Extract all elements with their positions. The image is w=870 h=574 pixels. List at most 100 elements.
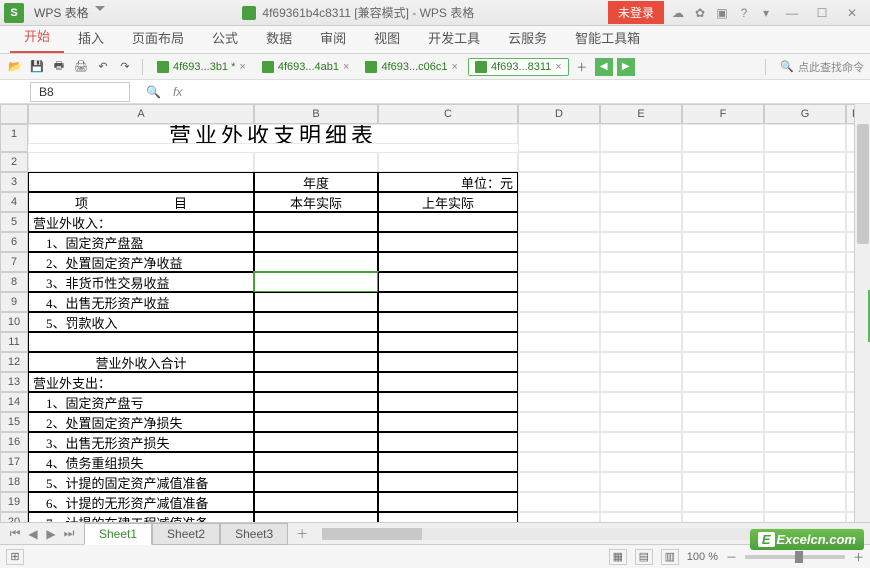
cell[interactable] [682,392,764,412]
cell[interactable] [600,452,682,472]
cell[interactable] [600,172,682,192]
cell[interactable] [764,352,846,372]
cell-C10[interactable] [378,312,518,332]
cell-A19[interactable]: 6、计提的无形资产减值准备 [28,492,254,512]
add-sheet-button[interactable]: ＋ [288,525,316,542]
cell[interactable] [600,372,682,392]
row-header-6[interactable]: 6 [0,232,28,252]
scrollbar-thumb[interactable] [322,528,422,540]
cell[interactable] [682,452,764,472]
cell[interactable] [600,332,682,352]
caret-down-icon[interactable]: ▾ [758,5,774,21]
row-header-11[interactable]: 11 [0,332,28,352]
cell-B14[interactable] [254,392,378,412]
cell[interactable] [764,124,846,152]
sheet-nav-next[interactable]: ▶ [44,527,58,541]
row-header-20[interactable]: 20 [0,512,28,522]
sheet-tab-1[interactable]: Sheet1 [84,523,152,545]
cell-C16[interactable] [378,432,518,452]
cell-A4[interactable]: 项 目 [28,192,254,212]
cell-A15[interactable]: 2、处置固定资产净损失 [28,412,254,432]
row-header-14[interactable]: 14 [0,392,28,412]
close-button[interactable]: ✕ [840,3,864,23]
cell-A5[interactable]: 营业外收入： [28,212,254,232]
cell-B9[interactable] [254,292,378,312]
cell-B17[interactable] [254,452,378,472]
cell[interactable] [600,472,682,492]
cell-B4[interactable]: 本年实际 [254,192,378,212]
cell-C20[interactable] [378,512,518,522]
cell[interactable] [764,272,846,292]
cell-A18[interactable]: 5、计提的固定资产减值准备 [28,472,254,492]
cell-A9[interactable]: 4、出售无形资产收益 [28,292,254,312]
cell[interactable] [518,312,600,332]
cell-C18[interactable] [378,472,518,492]
cell[interactable] [28,152,254,172]
cell[interactable] [518,124,600,152]
cell[interactable] [518,412,600,432]
cell[interactable] [518,472,600,492]
cell-C5[interactable] [378,212,518,232]
row-header-19[interactable]: 19 [0,492,28,512]
cell[interactable] [682,192,764,212]
cell[interactable] [600,392,682,412]
scrollbar-thumb[interactable] [857,124,869,244]
doc-tab-0[interactable]: 4f693...3b1 *× [151,59,252,75]
cell[interactable] [518,392,600,412]
sheet-nav-last[interactable]: ⏭ [62,527,76,541]
menu-start[interactable]: 开始 [10,20,64,53]
row-header-18[interactable]: 18 [0,472,28,492]
cell-A10[interactable]: 5、罚款收入 [28,312,254,332]
cell[interactable] [600,124,682,152]
cell-B18[interactable] [254,472,378,492]
cell-B16[interactable] [254,432,378,452]
view-page-icon[interactable]: ▤ [635,549,653,565]
row-header-12[interactable]: 12 [0,352,28,372]
cell-C4[interactable]: 上年实际 [378,192,518,212]
new-tab-icon[interactable]: ＋ [573,58,591,76]
cell[interactable] [600,152,682,172]
sheet-nav-first[interactable]: ⏮ [8,527,22,541]
cell[interactable] [682,352,764,372]
cell-A12[interactable]: 营业外收入合计 [28,352,254,372]
cell[interactable] [600,252,682,272]
cell[interactable] [764,372,846,392]
cell[interactable] [518,192,600,212]
cell[interactable] [518,492,600,512]
save-icon[interactable]: 💾 [28,58,46,76]
command-search[interactable]: 🔍 点此查找命令 [774,59,864,75]
cell[interactable] [682,252,764,272]
cell[interactable] [682,412,764,432]
cell-B20[interactable] [254,512,378,522]
cell[interactable] [764,432,846,452]
menu-view[interactable]: 视图 [360,22,414,53]
open-icon[interactable]: 📂 [6,58,24,76]
row-header-4[interactable]: 4 [0,192,28,212]
cell[interactable] [764,212,846,232]
doc-tab-1[interactable]: 4f693...4ab1× [256,59,356,75]
col-header-G[interactable]: G [764,104,846,124]
cell-B10[interactable] [254,312,378,332]
cell[interactable] [764,492,846,512]
menu-devtools[interactable]: 开发工具 [414,22,494,53]
cell[interactable] [600,412,682,432]
menu-insert[interactable]: 插入 [64,22,118,53]
menu-cloud[interactable]: 云服务 [494,22,561,53]
cell[interactable] [518,512,600,522]
sheet-tab-2[interactable]: Sheet2 [152,523,220,545]
grid[interactable]: A B C D E F G H 1 营业外收支明细表 2 3 年度 单位：元 4… [0,104,870,522]
row-header-1[interactable]: 1 [0,124,28,152]
cell-B11[interactable] [254,332,378,352]
cell[interactable] [378,152,518,172]
cell[interactable] [600,512,682,522]
cell[interactable] [600,192,682,212]
col-header-B[interactable]: B [254,104,378,124]
cell-C13[interactable] [378,372,518,392]
doc-tab-2[interactable]: 4f693...c06c1× [359,59,464,75]
login-button[interactable]: 未登录 [608,1,664,24]
cell-B7[interactable] [254,252,378,272]
vertical-scrollbar[interactable] [854,104,870,522]
zoom-out-button[interactable]: － [726,549,737,565]
feedback-icon[interactable]: ? [736,5,752,21]
cell-B6[interactable] [254,232,378,252]
